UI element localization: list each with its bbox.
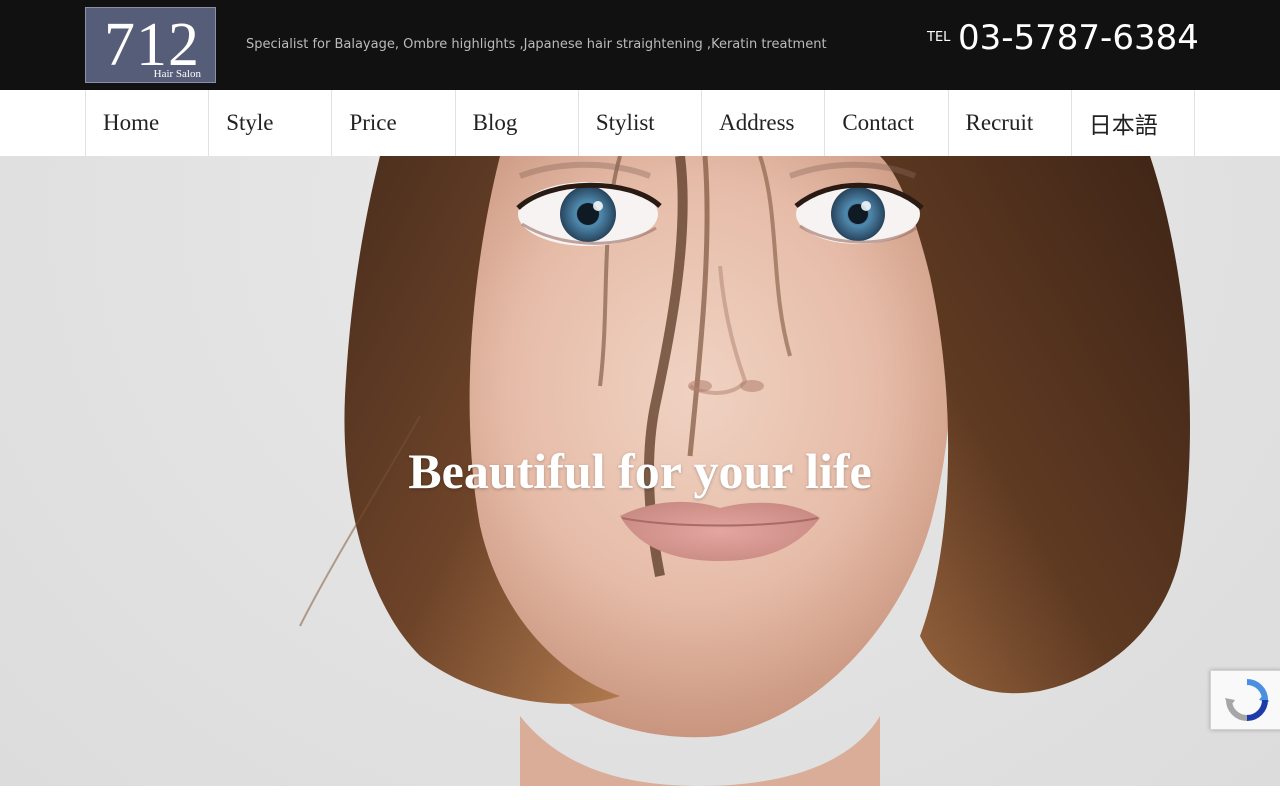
salon-logo[interactable]: 712 Hair Salon — [85, 7, 216, 83]
recaptcha-icon — [1224, 679, 1269, 721]
nav-item-address[interactable]: Address — [702, 90, 826, 156]
tel-prefix: TEL — [927, 30, 951, 45]
nav-item-blog[interactable]: Blog — [455, 90, 579, 156]
hero-headline: Beautiful for your life — [408, 443, 872, 499]
page-content-start — [0, 786, 1280, 800]
nav-item-contact[interactable]: Contact — [825, 90, 949, 156]
logo-subtitle: Hair Salon — [153, 68, 201, 80]
site-header: 712 Hair Salon Specialist for Balayage, … — [0, 0, 1280, 90]
nav-item-recruit[interactable]: Recruit — [948, 90, 1072, 156]
site-tagline: Specialist for Balayage, Ombre highlight… — [246, 37, 827, 52]
nav-item-style[interactable]: Style — [209, 90, 333, 156]
nav-item-price[interactable]: Price — [332, 90, 456, 156]
nav-item-japanese[interactable]: 日本語 — [1071, 90, 1195, 156]
main-navigation: Home Style Price Blog Stylist Address Co… — [85, 90, 1195, 156]
nav-item-stylist[interactable]: Stylist — [578, 90, 703, 156]
tel-number-link[interactable]: 03-5787-6384 — [958, 18, 1199, 58]
nav-item-home[interactable]: Home — [86, 90, 210, 156]
hero-banner: Beautiful for your life — [0, 156, 1280, 786]
recaptcha-badge[interactable] — [1210, 670, 1280, 730]
